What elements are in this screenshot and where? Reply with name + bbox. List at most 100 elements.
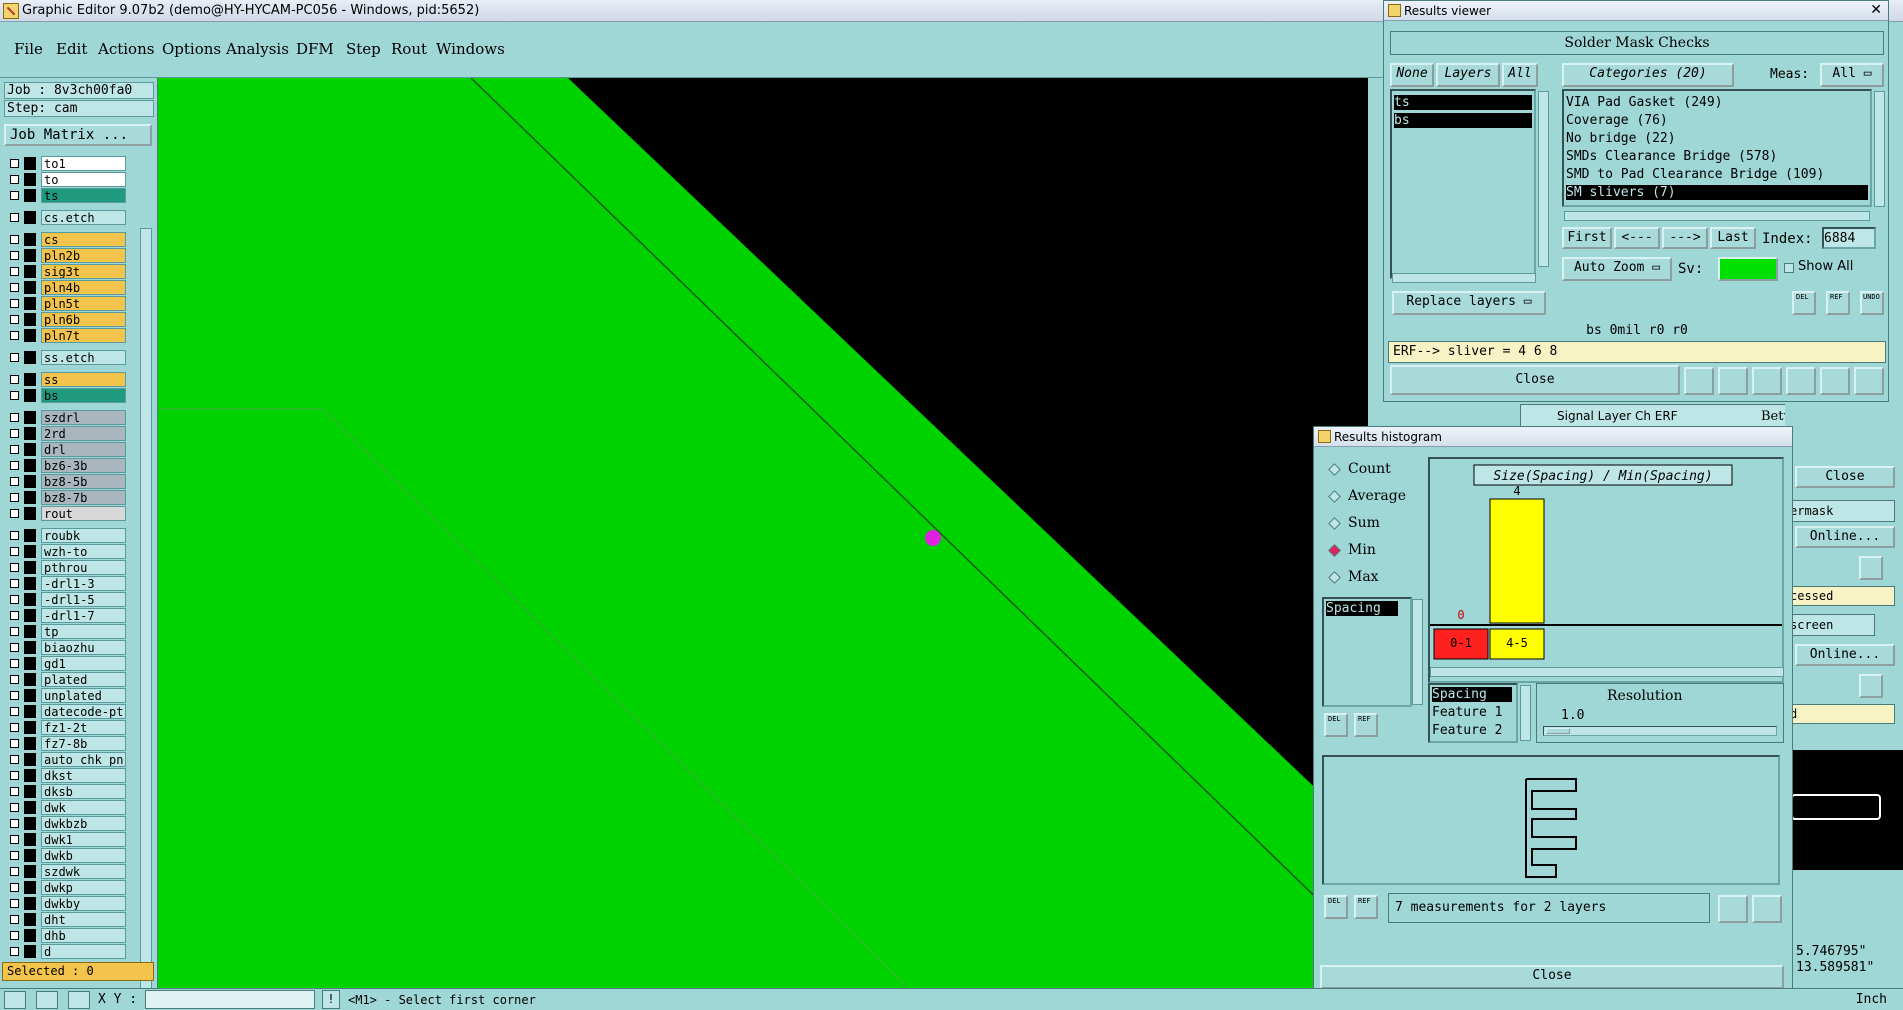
layer-checkbox[interactable] — [10, 675, 19, 684]
layer-row[interactable]: pln7t — [4, 328, 126, 343]
layer-name[interactable]: roubk — [41, 528, 126, 543]
hist-ref-icon-2[interactable]: REF — [1354, 895, 1378, 919]
layer-checkbox[interactable] — [10, 477, 19, 486]
layer-row[interactable]: -drl1-7 — [4, 608, 126, 623]
ref-icon[interactable]: REF — [1826, 291, 1850, 315]
category-item-selected[interactable]: SM slivers (7) — [1566, 185, 1868, 200]
layer-color-swatch[interactable] — [24, 561, 36, 574]
measure-item-selected[interactable]: Spacing — [1326, 601, 1398, 616]
layer-checkbox[interactable] — [10, 563, 19, 572]
layer-row[interactable]: szdwk — [4, 864, 126, 879]
layer-color-swatch[interactable] — [24, 389, 36, 402]
layer-row[interactable]: to1 — [4, 156, 126, 171]
graphics-canvas[interactable] — [158, 78, 1368, 988]
histogram-icon[interactable] — [1854, 367, 1884, 395]
layer-checkbox[interactable] — [10, 867, 19, 876]
menu-actions[interactable]: Actions — [98, 40, 154, 58]
layer-row[interactable]: bs — [4, 388, 126, 403]
histogram-bar[interactable] — [1489, 498, 1545, 624]
first-button[interactable]: First — [1562, 227, 1612, 249]
layer-row[interactable]: dwk — [4, 800, 126, 815]
layer-color-swatch[interactable] — [24, 507, 36, 520]
menu-file[interactable]: File — [14, 40, 43, 58]
layer-checkbox[interactable] — [10, 213, 19, 222]
layer-color-swatch[interactable] — [24, 849, 36, 862]
layer-name[interactable]: dkst — [41, 768, 126, 783]
layer-checkbox[interactable] — [10, 493, 19, 502]
category-item[interactable]: VIA Pad Gasket (249) — [1566, 95, 1723, 110]
layer-color-swatch[interactable] — [24, 189, 36, 202]
layer-checkbox[interactable] — [10, 283, 19, 292]
menu-options[interactable]: Options — [162, 40, 221, 58]
layer-color-swatch[interactable] — [24, 817, 36, 830]
layer-name[interactable]: auto_chk_pn — [41, 752, 126, 767]
layer-name[interactable]: -drl1-3 — [41, 576, 126, 591]
layer-row[interactable]: dksb — [4, 784, 126, 799]
layer-color-swatch[interactable] — [24, 329, 36, 342]
signal-layer-tab[interactable]: Signal Layer Ch ERF — [1557, 409, 1678, 423]
prev-button[interactable]: <--- — [1614, 227, 1660, 249]
layer-row[interactable]: plated — [4, 672, 126, 687]
layer-checkbox[interactable] — [10, 461, 19, 470]
layer-row[interactable]: bz8-7b — [4, 490, 126, 505]
online-button-1[interactable]: Online... — [1795, 526, 1895, 548]
layer-name[interactable]: dhb — [41, 928, 126, 943]
close-icon[interactable]: ✕ — [1870, 2, 1882, 18]
job-matrix-button[interactable]: Job Matrix ... — [4, 124, 152, 146]
layer-name[interactable]: fz1-2t — [41, 720, 126, 735]
grid-tool-icon[interactable] — [68, 991, 90, 1009]
layer-checkbox[interactable] — [10, 707, 19, 716]
result-layer-bs[interactable]: bs — [1394, 113, 1532, 128]
layer-name[interactable]: pln6b — [41, 312, 126, 327]
none-button[interactable]: None — [1390, 63, 1434, 87]
histogram-close-button[interactable]: Close — [1320, 965, 1784, 989]
layer-color-swatch[interactable] — [24, 929, 36, 942]
menu-step[interactable]: Step — [346, 40, 381, 58]
layer-row[interactable]: wzh-to — [4, 544, 126, 559]
layer-row[interactable]: unplated — [4, 688, 126, 703]
layer-color-swatch[interactable] — [24, 673, 36, 686]
layers-button[interactable]: Layers — [1436, 63, 1500, 87]
layer-name[interactable]: dwkp — [41, 880, 126, 895]
layer-name[interactable]: bs — [41, 388, 126, 403]
layer-name[interactable]: dksb — [41, 784, 126, 799]
layer-row[interactable]: to — [4, 172, 126, 187]
layer-checkbox[interactable] — [10, 771, 19, 780]
layer-color-swatch[interactable] — [24, 545, 36, 558]
layer-checkbox[interactable] — [10, 299, 19, 308]
layer-row[interactable]: roubk — [4, 528, 126, 543]
layer-name[interactable]: dwk — [41, 800, 126, 815]
layer-checkbox[interactable] — [10, 915, 19, 924]
layer-checkbox[interactable] — [10, 429, 19, 438]
layer-row[interactable]: szdrl — [4, 410, 126, 425]
layer-row[interactable]: dwkp — [4, 880, 126, 895]
layer-checkbox[interactable] — [10, 819, 19, 828]
layer-row[interactable]: rout — [4, 506, 126, 521]
layer-color-swatch[interactable] — [24, 475, 36, 488]
layer-row[interactable]: -drl1-5 — [4, 592, 126, 607]
layer-name[interactable]: unplated — [41, 688, 126, 703]
layer-row[interactable]: pln6b — [4, 312, 126, 327]
measure-list[interactable]: Spacing — [1322, 597, 1412, 707]
layer-color-swatch[interactable] — [24, 233, 36, 246]
feature-list-vscroll[interactable] — [1520, 685, 1531, 741]
layer-row[interactable]: -drl1-3 — [4, 576, 126, 591]
menu-windows[interactable]: Windows — [436, 40, 505, 58]
layer-color-swatch[interactable] — [24, 593, 36, 606]
layer-name[interactable]: datecode-pt — [41, 704, 126, 719]
layer-name[interactable]: dwkb — [41, 848, 126, 863]
report-icon[interactable] — [1820, 367, 1850, 395]
layer-name[interactable]: fz7-8b — [41, 736, 126, 751]
layer-row[interactable]: d — [4, 944, 126, 959]
layer-name[interactable]: pthrou — [41, 560, 126, 575]
chart-icon[interactable] — [1684, 367, 1714, 395]
layer-color-swatch[interactable] — [24, 737, 36, 750]
layer-name[interactable]: gd1 — [41, 656, 126, 671]
online-button-2[interactable]: Online... — [1795, 644, 1895, 666]
layer-name[interactable]: bz8-5b — [41, 474, 126, 489]
resolution-slider[interactable] — [1543, 726, 1777, 736]
layer-name[interactable]: pln5t — [41, 296, 126, 311]
hist-del-icon-2[interactable]: DEL — [1324, 895, 1348, 919]
delete-report-icon[interactable] — [1752, 367, 1782, 395]
layer-name[interactable]: dwkby — [41, 896, 126, 911]
